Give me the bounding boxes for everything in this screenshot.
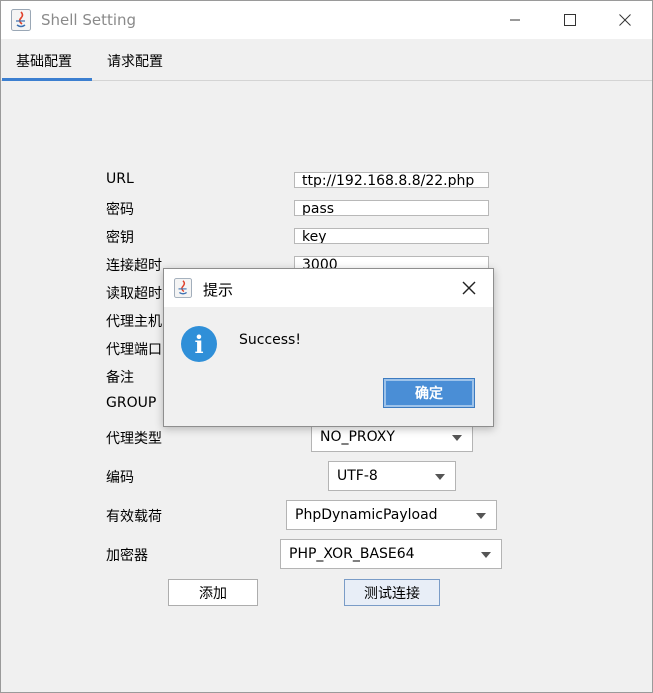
dialog-message: Success! [239, 332, 301, 348]
minimize-icon [510, 19, 520, 21]
chevron-down-icon [481, 552, 491, 558]
proxy-type-label: 代理类型 [106, 431, 162, 447]
chevron-down-icon [435, 474, 445, 480]
java-app-icon [174, 278, 192, 298]
title-bar[interactable]: Shell Setting [1, 1, 652, 39]
tab-basic-config[interactable]: 基础配置 [16, 51, 72, 71]
proxy-port-label: 代理端口 [106, 342, 162, 358]
close-icon [619, 14, 631, 26]
url-field[interactable]: ttp://192.168.8.8/22.php [294, 172, 489, 188]
minimize-button[interactable] [492, 1, 538, 39]
ok-button[interactable]: 确定 [384, 379, 474, 407]
dialog-title-bar[interactable]: 提示 [164, 269, 493, 307]
url-label: URL [106, 171, 134, 187]
window-title: Shell Setting [41, 11, 137, 29]
chevron-down-icon [476, 513, 486, 519]
test-connection-button[interactable]: 测试连接 [344, 579, 440, 606]
password-label: 密码 [106, 202, 134, 218]
tab-request-config[interactable]: 请求配置 [107, 51, 163, 71]
password-field[interactable]: pass [294, 200, 489, 216]
encoding-label: 编码 [106, 470, 134, 486]
remark-label: 备注 [106, 370, 134, 386]
read-timeout-label: 读取超时 [106, 286, 162, 302]
cryption-select[interactable]: PHP_XOR_BASE64 [280, 539, 502, 569]
tab-bar: 基础配置 请求配置 [1, 39, 652, 81]
info-icon: i [181, 326, 217, 362]
key-label: 密钥 [106, 230, 134, 246]
payload-select[interactable]: PhpDynamicPayload [286, 500, 497, 530]
encoding-value: UTF-8 [337, 468, 378, 484]
group-label: GROUP [106, 395, 157, 411]
proxy-host-label: 代理主机 [106, 314, 162, 330]
maximize-icon [564, 14, 576, 26]
java-app-icon [11, 9, 31, 31]
key-field[interactable]: key [294, 228, 489, 244]
proxy-type-value: NO_PROXY [320, 429, 395, 445]
dialog-title: 提示 [203, 281, 234, 299]
cryption-label: 加密器 [106, 548, 148, 564]
payload-label: 有效载荷 [106, 509, 162, 525]
encoding-select[interactable]: UTF-8 [328, 461, 456, 491]
close-icon[interactable] [459, 278, 479, 298]
message-dialog: 提示 i Success! 确定 [163, 268, 494, 427]
maximize-button[interactable] [547, 1, 593, 39]
connect-timeout-label: 连接超时 [106, 258, 162, 274]
cryption-value: PHP_XOR_BASE64 [289, 546, 415, 562]
shell-setting-window: Shell Setting 基础配置 请求配置 URL 密码 密钥 连接超时 读… [0, 0, 653, 693]
close-button[interactable] [602, 1, 648, 39]
chevron-down-icon [452, 435, 462, 441]
add-button[interactable]: 添加 [168, 579, 258, 606]
active-tab-indicator [2, 78, 92, 81]
payload-value: PhpDynamicPayload [295, 507, 438, 523]
